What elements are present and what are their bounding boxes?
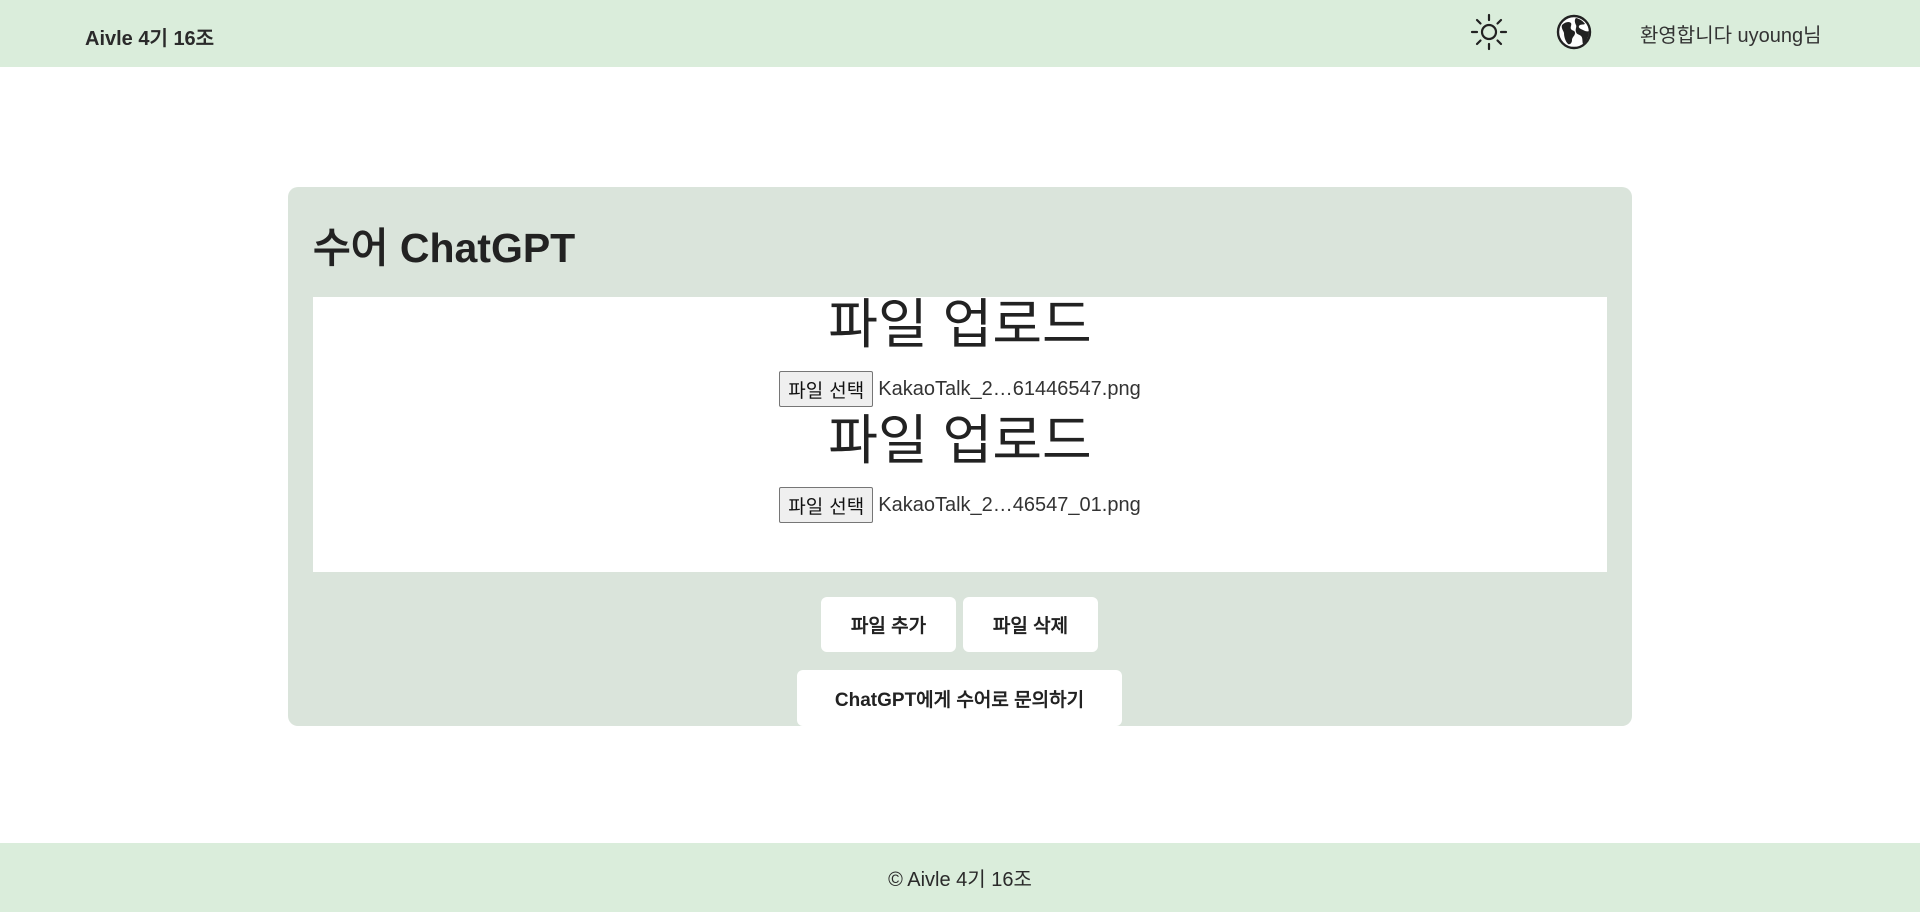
brand-title[interactable]: Aivle 4기 16조 <box>85 22 214 51</box>
language-button[interactable] <box>1553 13 1595 55</box>
footer-copyright: © Aivle 4기 16조 <box>888 869 1032 891</box>
top-header: Aivle 4기 16조 환영합니다 uyoung님 <box>0 0 1920 67</box>
selected-file-name: KakaoTalk_2…61446547.png <box>878 377 1141 400</box>
ask-chatgpt-button[interactable]: ChatGPT에게 수어로 문의하기 <box>797 670 1122 726</box>
theme-toggle-button[interactable] <box>1468 13 1510 55</box>
globe-icon <box>1556 14 1592 55</box>
file-input: 파일 선택 KakaoTalk_2…46547_01.png <box>313 487 1607 523</box>
delete-file-button[interactable]: 파일 삭제 <box>963 597 1098 652</box>
footer: © Aivle 4기 16조 <box>0 843 1920 912</box>
upload-heading: 파일 업로드 <box>828 411 1092 471</box>
upload-section: 파일 업로드 파일 선택 KakaoTalk_2…46547_01.png <box>313 407 1607 523</box>
selected-file-name: KakaoTalk_2…46547_01.png <box>878 493 1141 516</box>
sun-icon <box>1469 12 1509 57</box>
choose-file-button[interactable]: 파일 선택 <box>779 371 874 407</box>
page-title: 수어 ChatGPT <box>313 225 576 271</box>
sign-chatgpt-card: 수어 ChatGPT 파일 업로드 파일 선택 KakaoTalk_2…6144… <box>288 187 1632 726</box>
choose-file-button[interactable]: 파일 선택 <box>779 487 874 523</box>
upload-panel: 파일 업로드 파일 선택 KakaoTalk_2…61446547.png 파일… <box>313 295 1607 572</box>
upload-heading: 파일 업로드 <box>828 295 1092 355</box>
welcome-text: 환영합니다 uyoung님 <box>1640 25 1822 47</box>
add-file-button[interactable]: 파일 추가 <box>821 597 956 652</box>
upload-section: 파일 업로드 파일 선택 KakaoTalk_2…61446547.png <box>313 291 1607 407</box>
file-input: 파일 선택 KakaoTalk_2…61446547.png <box>313 371 1607 407</box>
